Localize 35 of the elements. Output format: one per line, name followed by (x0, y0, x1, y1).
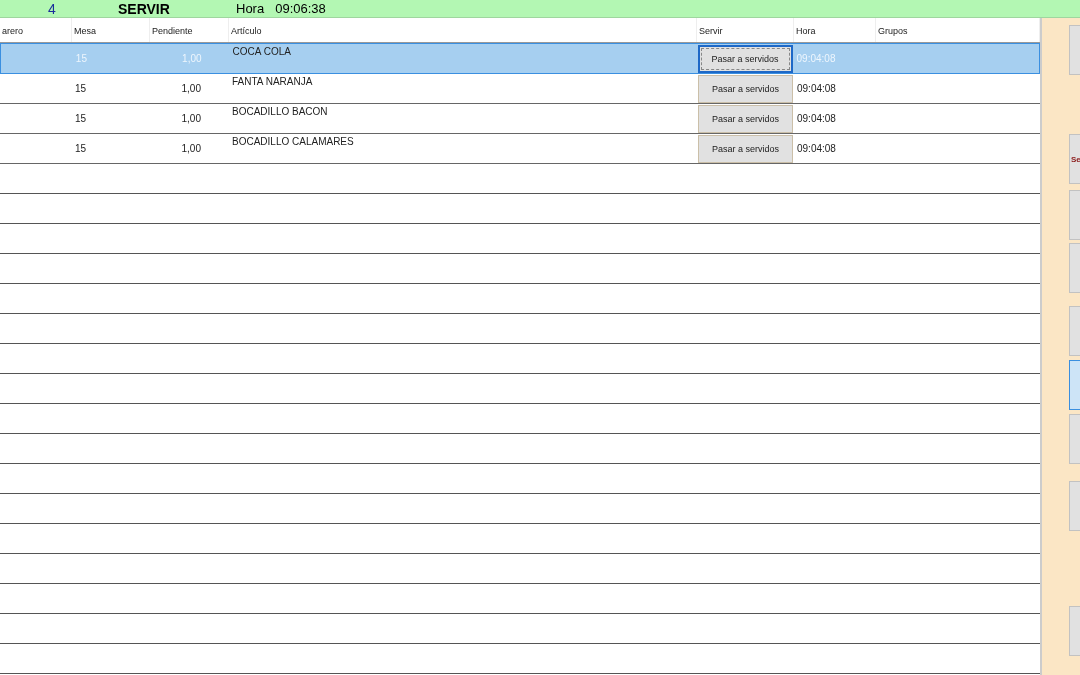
column-header: Hora (794, 18, 876, 42)
current-time: 09:06:38 (275, 1, 326, 16)
order-row[interactable]: 15 1,00 BOCADILLO BACON Pasar a servidos 09:04:08 (0, 104, 1040, 134)
table-cell: BOCADILLO BACON (232, 106, 328, 117)
table-cell: 15 (75, 53, 87, 64)
table-cell: 15 (75, 143, 87, 154)
table-cell: 15 (75, 113, 87, 124)
column-header: Artículo (229, 18, 697, 42)
order-row[interactable]: 15 1,00 FANTA NARANJA Pasar a servidos 09:04:08 (0, 74, 1040, 104)
table-cell: 1,00 (181, 113, 201, 124)
screen-title: SERVIR (118, 0, 171, 17)
table-cell: BOCADILLO CALAMARES (232, 136, 354, 147)
serve-button[interactable]: Pasar a servidos (698, 134, 793, 163)
table-cell: COCA COLA (232, 46, 291, 57)
table-cell: FANTA NARANJA (232, 76, 313, 87)
table-cell: 1,00 (181, 143, 201, 154)
table-cell: 09:04:08 (797, 143, 836, 154)
column-header: arero (0, 18, 72, 42)
table-cell: 1,00 (182, 53, 202, 64)
table-cell: 1,00 (181, 83, 201, 94)
order-count: 4 (48, 0, 57, 17)
serve-button[interactable]: Pasar a servidos (698, 104, 793, 133)
column-header: Servir (697, 18, 794, 42)
table-cell: 15 (75, 83, 87, 94)
table-cell: 09:04:08 (797, 113, 836, 124)
table-cell: 09:04:08 (797, 83, 836, 94)
table-cell: 09:04:08 (796, 53, 836, 64)
serve-button[interactable]: Pasar a servidos (698, 74, 793, 103)
column-header: Mesa (72, 18, 150, 42)
column-header: Pendiente (150, 18, 229, 42)
time-label: Hora (236, 1, 265, 16)
column-header: Grupos (876, 18, 1040, 42)
serve-button[interactable]: Pasar a servidos (697, 44, 793, 73)
side-button[interactable]: Se (1069, 134, 1080, 184)
order-row[interactable]: 15 1,00 COCA COLA Pasar a servidos 09:04:08 (0, 43, 1040, 74)
